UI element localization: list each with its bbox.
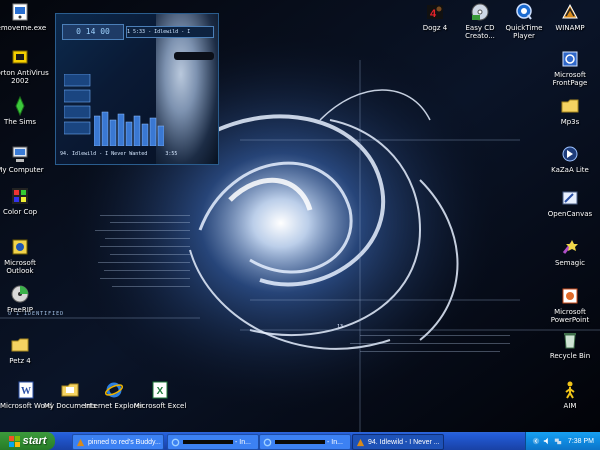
color-cop-icon [12, 188, 28, 204]
desktop-icon-removeme[interactable]: removeme.exe [0, 2, 50, 32]
taskbar-button-ie-1[interactable]: - In... [167, 434, 259, 450]
ie-icon [104, 382, 124, 398]
taskbar-button-buddy[interactable]: pinned to red's Buddy... [72, 434, 164, 450]
opencanvas-icon [562, 191, 578, 205]
winamp-side-controls[interactable] [64, 74, 92, 144]
winamp-equalizer[interactable] [94, 110, 164, 146]
desktop-icon-color-cop[interactable]: Color Cop [0, 186, 50, 216]
desktop-icon-semagic[interactable]: Semagic [540, 237, 600, 267]
winamp-time-display: 0 14 00 [62, 24, 124, 40]
volume-icon[interactable] [543, 437, 551, 445]
windows-flag-icon [8, 435, 20, 447]
task-label: 94. Idlewild - I Never ... [368, 438, 440, 446]
desktop-icon-opencanvas[interactable]: OpenCanvas [540, 188, 600, 218]
svg-text:4: 4 [430, 8, 437, 20]
desktop-icon-petz-4[interactable]: Petz 4 [0, 335, 50, 365]
task-label: pinned to red's Buddy... [88, 438, 161, 446]
documents-folder-icon [61, 383, 79, 397]
system-tray: 7:38 PM [525, 432, 600, 450]
computer-icon [12, 146, 28, 162]
clock[interactable]: 7:38 PM [568, 438, 594, 445]
powerpoint-icon [562, 288, 578, 304]
taskbar: start pinned to red's Buddy... - In... -… [0, 432, 600, 450]
taskbar-button-ie-2[interactable]: - In... [259, 434, 351, 450]
task-label: - In... [327, 438, 343, 446]
aim-icon [565, 381, 575, 399]
folder-icon [11, 338, 29, 352]
winamp-icon [562, 3, 578, 19]
redacted-text [275, 440, 325, 444]
desktop-icon-winamp[interactable]: WINAMP [540, 2, 600, 32]
quicktime-icon [516, 3, 532, 20]
norton-icon [12, 50, 28, 64]
desktop-icon-excel[interactable]: X Microsoft Excel [129, 380, 191, 410]
desktop-icon-freerip[interactable]: FreeRIP [0, 284, 50, 314]
word-icon: W [18, 381, 34, 399]
desktop-icon-the-sims[interactable]: The Sims [0, 96, 50, 126]
winamp-small-icon [76, 438, 85, 446]
ie-small-icon [263, 438, 272, 446]
winamp-marquee: 1 5:33 - Idlewild - I [126, 26, 214, 38]
start-label: start [22, 435, 47, 447]
desktop-icon-recycle-bin[interactable]: Recycle Bin [540, 330, 600, 360]
freerip-icon [11, 285, 29, 303]
desktop-icon-kazaa-lite[interactable]: KaZaA Lite [540, 144, 600, 174]
winamp-song-title: 94. Idlewild - I Never Wanted 3:55 [60, 151, 178, 157]
kazaa-icon [562, 146, 578, 162]
winamp-skin-window[interactable]: 0 14 00 1 5:33 - Idlewild - I 94. Idlewi… [55, 13, 219, 165]
redacted-text [183, 440, 233, 444]
desktop-icon-powerpoint[interactable]: Microsoft PowerPoint [540, 286, 600, 324]
winamp-small-icon [356, 438, 365, 446]
desktop-icon-frontpage[interactable]: Microsoft FrontPage [540, 49, 600, 87]
easy-cd-icon [471, 3, 489, 21]
recycle-bin-icon [564, 333, 576, 349]
semagic-icon [562, 240, 578, 254]
exe-file-icon [12, 3, 28, 21]
desktop-icon-my-computer[interactable]: My Computer [0, 144, 50, 174]
desktop-icon-aim[interactable]: AIM [540, 380, 600, 410]
sims-icon [15, 96, 25, 116]
network-icon[interactable] [554, 437, 562, 445]
desktop-icon-norton[interactable]: Norton AntiVirus 2002 [0, 47, 50, 85]
start-button[interactable]: start [0, 432, 55, 450]
folder-icon [561, 99, 579, 113]
desktop-icon-mp3s[interactable]: Mp3s [540, 96, 600, 126]
svg-text:W: W [21, 386, 31, 397]
dogz-icon: 4 [427, 5, 443, 20]
chevron-left-icon[interactable] [532, 437, 540, 445]
wallpaper-track-number: 13 [337, 324, 344, 330]
frontpage-icon [562, 51, 578, 67]
svg-text:X: X [157, 386, 164, 397]
desktop-icon-outlook[interactable]: Microsoft Outlook [0, 237, 50, 275]
ie-small-icon [171, 438, 180, 446]
taskbar-button-winamp[interactable]: 94. Idlewild - I Never ... [352, 434, 444, 450]
skin-visor-art [174, 52, 214, 60]
excel-icon: X [152, 381, 168, 399]
outlook-icon [12, 239, 28, 255]
task-label: - In... [235, 438, 251, 446]
